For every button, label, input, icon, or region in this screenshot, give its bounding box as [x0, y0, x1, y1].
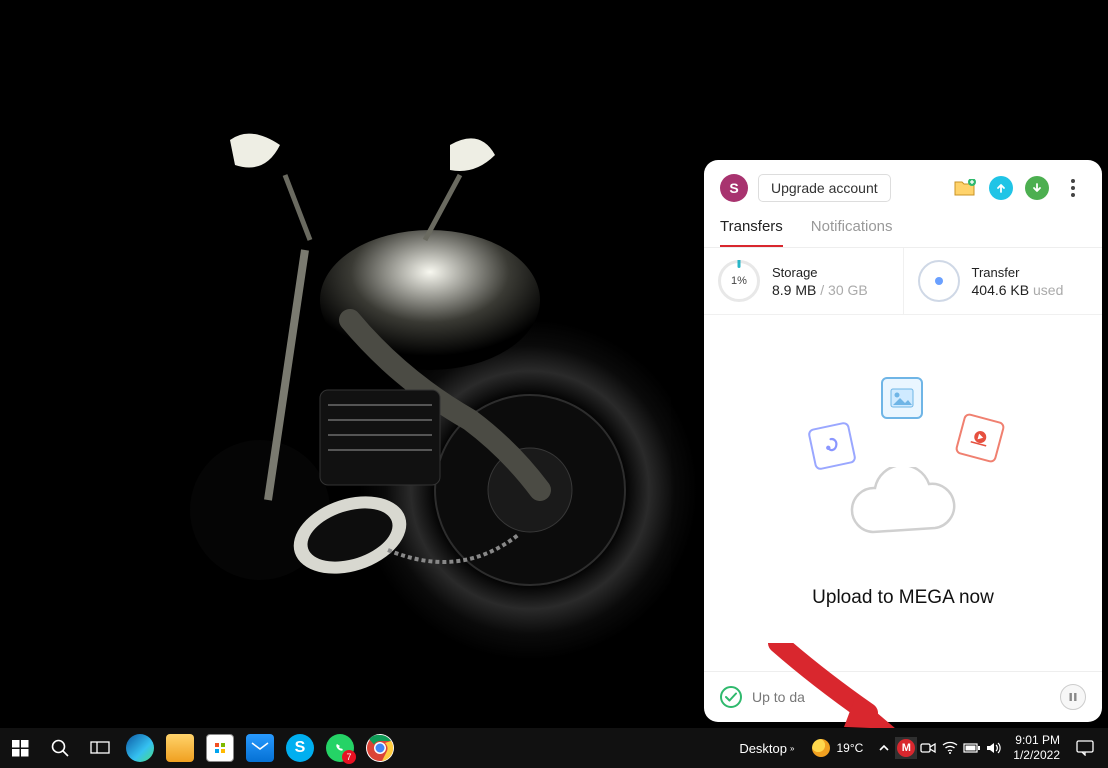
weather-widget[interactable]: 19°C: [802, 739, 873, 757]
transfer-label: Transfer: [972, 265, 1064, 280]
chrome-app[interactable]: [360, 728, 400, 768]
upload-icon: [989, 176, 1013, 200]
wifi-button[interactable]: [939, 737, 961, 759]
avatar[interactable]: S: [720, 174, 748, 202]
meet-now-button[interactable]: [917, 737, 939, 759]
whatsapp-badge: 7: [342, 750, 356, 764]
windows-icon: [12, 740, 29, 757]
task-view-icon: [90, 740, 110, 756]
search-icon: [50, 738, 70, 758]
chevron-icon: »: [790, 744, 794, 753]
mega-tray-button[interactable]: M: [895, 737, 917, 759]
status-check-icon: [720, 686, 742, 708]
wallpaper-motorcycle: [150, 120, 710, 720]
start-button[interactable]: [0, 728, 40, 768]
storage-stat[interactable]: 1% Storage 8.9 MB / 30 GB: [704, 248, 903, 314]
date-text: 1/2/2022: [1013, 748, 1060, 763]
task-view-button[interactable]: [80, 728, 120, 768]
folder-icon: [166, 734, 194, 762]
kebab-icon: [1071, 179, 1075, 197]
wifi-icon: [942, 741, 958, 755]
mega-icon: M: [897, 739, 915, 757]
mega-footer: Up to da: [704, 671, 1102, 722]
upload-illustration: [793, 377, 1013, 547]
time-text: 9:01 PM: [1013, 733, 1060, 748]
transfer-ring-icon: [918, 260, 960, 302]
search-button[interactable]: [40, 728, 80, 768]
upgrade-account-button[interactable]: Upgrade account: [758, 174, 891, 202]
stats-row: 1% Storage 8.9 MB / 30 GB Transfer 404.6…: [704, 248, 1102, 315]
mail-app[interactable]: [240, 728, 280, 768]
mail-icon: [246, 734, 274, 762]
weather-icon: [812, 739, 830, 757]
upload-button[interactable]: [988, 175, 1014, 201]
mega-header: S Upgrade account: [704, 160, 1102, 210]
speaker-icon: [986, 741, 1002, 755]
download-icon: [1025, 176, 1049, 200]
upload-cta-text: Upload to MEGA now: [812, 587, 994, 609]
sync-status-text: Up to da: [752, 689, 805, 705]
storage-values: 8.9 MB / 30 GB: [772, 282, 868, 298]
chrome-icon: [366, 734, 394, 762]
more-menu-button[interactable]: [1060, 175, 1086, 201]
desktop-toolbar[interactable]: Desktop »: [731, 741, 802, 756]
action-center-button[interactable]: [1068, 740, 1102, 756]
image-tile-icon: [881, 377, 923, 419]
skype-icon: S: [286, 734, 314, 762]
upload-drop-area[interactable]: Upload to MEGA now: [704, 315, 1102, 671]
storage-label: Storage: [772, 265, 868, 280]
battery-button[interactable]: [961, 737, 983, 759]
video-tile-icon: [954, 412, 1005, 463]
pause-icon: [1067, 691, 1079, 703]
tab-transfers[interactable]: Transfers: [720, 210, 783, 247]
battery-icon: [963, 742, 981, 754]
add-sync-folder-button[interactable]: [952, 175, 978, 201]
transfer-values: 404.6 KB used: [972, 282, 1064, 298]
microsoft-store-app[interactable]: [200, 728, 240, 768]
chevron-up-icon: [878, 742, 890, 754]
storage-ring-icon: 1%: [718, 260, 760, 302]
mega-tabs: Transfers Notifications: [704, 210, 1102, 248]
camera-icon: [920, 741, 936, 755]
edge-app[interactable]: [120, 728, 160, 768]
tray-overflow-button[interactable]: [873, 737, 895, 759]
skype-app[interactable]: S: [280, 728, 320, 768]
edge-icon: [126, 734, 154, 762]
temperature: 19°C: [836, 741, 863, 755]
pause-sync-button[interactable]: [1060, 684, 1086, 710]
taskbar: S 7 Desktop » 19°C M 9:01 PM 1/2: [0, 728, 1108, 768]
notification-icon: [1076, 740, 1094, 756]
store-icon: [206, 734, 234, 762]
tab-notifications[interactable]: Notifications: [811, 210, 893, 247]
transfer-stat[interactable]: Transfer 404.6 KB used: [903, 248, 1103, 314]
file-tile-icon: [807, 421, 857, 471]
whatsapp-icon: 7: [326, 734, 354, 762]
volume-button[interactable]: [983, 737, 1005, 759]
file-explorer-app[interactable]: [160, 728, 200, 768]
whatsapp-app[interactable]: 7: [320, 728, 360, 768]
mega-sync-panel: S Upgrade account Transfers Notification…: [704, 160, 1102, 722]
show-desktop-button[interactable]: [1102, 728, 1108, 768]
folder-plus-icon: [954, 179, 976, 197]
clock[interactable]: 9:01 PM 1/2/2022: [1005, 733, 1068, 763]
desktop-toolbar-label: Desktop: [739, 741, 787, 756]
cloud-icon: [838, 467, 968, 547]
download-button[interactable]: [1024, 175, 1050, 201]
